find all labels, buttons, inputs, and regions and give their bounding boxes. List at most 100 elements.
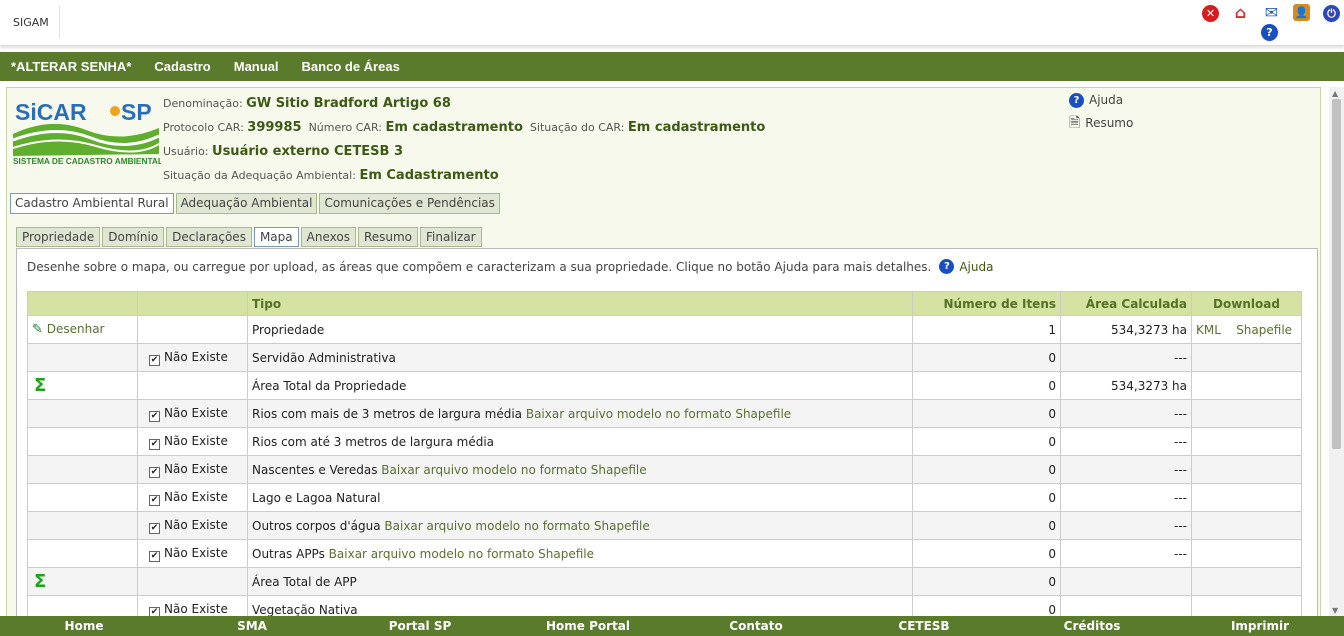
nao-existe-checkbox[interactable]: ✔ bbox=[149, 522, 160, 534]
page-scrollbar[interactable]: ▲ ▼ bbox=[1329, 87, 1344, 617]
nao-existe-checkbox[interactable]: ✔ bbox=[149, 410, 160, 422]
nav-cadastro[interactable]: Cadastro bbox=[154, 59, 210, 74]
sum-cell: Σ bbox=[27, 371, 138, 400]
action-cell bbox=[27, 399, 138, 428]
resumo-label: Resumo bbox=[1085, 116, 1134, 130]
count-cell: 0 bbox=[912, 371, 1061, 400]
exists-cell[interactable]: ✔ Não Existe bbox=[137, 343, 248, 372]
nao-existe-label: Não Existe bbox=[164, 489, 228, 504]
tab-dominio[interactable]: Domínio bbox=[102, 227, 165, 247]
ajuda-link[interactable]: ? Ajuda bbox=[1069, 89, 1133, 112]
footer-sma[interactable]: SMA bbox=[168, 616, 336, 636]
tab-finalizar[interactable]: Finalizar bbox=[420, 227, 482, 247]
instructions-text: Desenhe sobre o mapa, ou carregue por up… bbox=[27, 259, 932, 274]
exists-cell[interactable]: ✔ Não Existe bbox=[137, 539, 248, 568]
exists-cell[interactable]: ✔ Não Existe bbox=[137, 511, 248, 540]
model-download-link[interactable]: Baixar arquivo modelo no formato Shapefi… bbox=[526, 407, 791, 421]
logout-icon[interactable]: ⏻ bbox=[1323, 5, 1340, 22]
exists-cell[interactable]: ✔ Não Existe bbox=[137, 483, 248, 512]
sum-icon: Σ bbox=[34, 571, 47, 592]
nao-existe-checkbox[interactable]: ✔ bbox=[149, 550, 160, 562]
home-icon[interactable]: ⌂ bbox=[1232, 3, 1249, 22]
draw-cell: ✎ Desenhar bbox=[27, 315, 138, 344]
nao-existe-checkbox[interactable]: ✔ bbox=[149, 466, 160, 478]
nao-existe-checkbox[interactable]: ✔ bbox=[149, 438, 160, 450]
col-exists bbox=[137, 291, 248, 316]
instructions-help-link[interactable]: ? Ajuda bbox=[939, 259, 993, 274]
tipo-label: Outras APPs bbox=[252, 546, 325, 561]
model-download-link[interactable]: Baixar arquivo modelo no formato Shapefi… bbox=[381, 463, 646, 477]
nao-existe-label: Não Existe bbox=[164, 517, 228, 532]
shapefile-link[interactable]: Shapefile bbox=[1236, 323, 1292, 337]
area-cell: --- bbox=[1060, 427, 1192, 456]
count-cell: 1 bbox=[912, 315, 1061, 344]
kml-link[interactable]: KML bbox=[1196, 323, 1221, 337]
area-cell: 534,3273 ha bbox=[1060, 371, 1192, 400]
tipo-label: Nascentes e Veredas bbox=[252, 462, 378, 477]
tab-cadastro-ambiental-rural[interactable]: Cadastro Ambiental Rural bbox=[10, 193, 174, 214]
tipo-cell: Lago e Lagoa Natural bbox=[247, 483, 913, 512]
tab-mapa[interactable]: Mapa bbox=[253, 227, 299, 247]
download-cell bbox=[1191, 539, 1302, 568]
nao-existe-checkbox[interactable]: ✔ bbox=[149, 354, 160, 366]
footer-creditos[interactable]: Créditos bbox=[1008, 616, 1176, 636]
help-icon[interactable]: ? bbox=[1261, 24, 1278, 41]
nav-banco-areas[interactable]: Banco de Áreas bbox=[302, 59, 400, 74]
mail-icon[interactable]: ✉ bbox=[1263, 3, 1280, 22]
action-cell bbox=[27, 455, 138, 484]
svg-text:SISTEMA DE CADASTRO AMBIENTAL: SISTEMA DE CADASTRO AMBIENTAL RURAL bbox=[13, 156, 161, 166]
user-icon[interactable]: 👤 bbox=[1293, 4, 1310, 21]
property-info: Denominação: GW Sitio Bradford Artigo 68… bbox=[163, 92, 765, 188]
area-cell: 534,3273 ha bbox=[1060, 315, 1192, 344]
footer-cetesb[interactable]: CETESB bbox=[840, 616, 1008, 636]
scroll-up-arrow[interactable]: ▲ bbox=[1332, 89, 1338, 98]
table-row: ✔ Não Existe Outros corpos d'água Baixar … bbox=[27, 511, 1302, 540]
adequacao-value: Em Cadastramento bbox=[359, 168, 499, 183]
footer-imprimir[interactable]: Imprimir bbox=[1176, 616, 1344, 636]
action-cell bbox=[27, 343, 138, 372]
footer-portal-sp[interactable]: Portal SP bbox=[336, 616, 504, 636]
download-cell bbox=[1191, 455, 1302, 484]
protocolo-label: Protocolo CAR: bbox=[163, 121, 244, 134]
exists-cell[interactable]: ✔ Não Existe bbox=[137, 399, 248, 428]
model-download-link[interactable]: Baixar arquivo modelo no formato Shapefi… bbox=[329, 547, 594, 561]
footer-home[interactable]: Home bbox=[0, 616, 168, 636]
exists-cell[interactable]: ✔ Não Existe bbox=[137, 427, 248, 456]
tab-propriedade[interactable]: Propriedade bbox=[16, 227, 101, 247]
table-row: ✎ Desenhar Propriedade 1 534,3273 ha KML… bbox=[27, 315, 1302, 344]
nav-manual[interactable]: Manual bbox=[234, 59, 279, 74]
draw-icon: ✎ bbox=[32, 322, 43, 337]
draw-link[interactable]: Desenhar bbox=[47, 322, 105, 336]
download-cell bbox=[1191, 399, 1302, 428]
model-download-link[interactable]: Baixar arquivo modelo no formato Shapefi… bbox=[384, 519, 649, 533]
nao-existe-label: Não Existe bbox=[164, 349, 228, 364]
close-icon[interactable]: ✕ bbox=[1202, 5, 1219, 22]
tab-comunicacoes[interactable]: Comunicações e Pendências bbox=[319, 193, 500, 214]
tab-adequacao-ambiental[interactable]: Adequação Ambiental bbox=[175, 193, 318, 214]
table-row: ✔ Não Existe Outras APPs Baixar arquivo m… bbox=[27, 539, 1302, 568]
nav-alterar-senha[interactable]: *ALTERAR SENHA* bbox=[11, 59, 131, 74]
resumo-link[interactable]: 🗎 Resumo bbox=[1069, 112, 1133, 135]
footer-home-portal[interactable]: Home Portal bbox=[504, 616, 672, 636]
col-area-calculada: Área Calculada bbox=[1060, 291, 1192, 316]
scroll-down-arrow[interactable]: ▼ bbox=[1332, 606, 1338, 615]
nao-existe-label: Não Existe bbox=[164, 405, 228, 420]
download-cell: KML Shapefile bbox=[1191, 315, 1302, 344]
svg-text:SiCAR: SiCAR bbox=[15, 99, 87, 125]
tipo-cell: Rios com mais de 3 metros de largura méd… bbox=[247, 399, 913, 428]
instructions: Desenhe sobre o mapa, ou carregue por up… bbox=[27, 259, 993, 274]
tab-resumo[interactable]: Resumo bbox=[357, 227, 419, 247]
nao-existe-checkbox[interactable]: ✔ bbox=[149, 494, 160, 506]
exists-cell bbox=[137, 371, 248, 400]
action-cell bbox=[27, 511, 138, 540]
exists-cell[interactable]: ✔ Não Existe bbox=[137, 455, 248, 484]
tab-anexos[interactable]: Anexos bbox=[300, 227, 356, 247]
tab-declaracoes[interactable]: Declarações bbox=[166, 227, 252, 247]
footer-contato[interactable]: Contato bbox=[672, 616, 840, 636]
main-nav: *ALTERAR SENHA* Cadastro Manual Banco de… bbox=[0, 52, 1344, 81]
svg-text:SP: SP bbox=[121, 99, 152, 125]
main-tabs: Cadastro Ambiental Rural Adequação Ambie… bbox=[10, 193, 502, 214]
scroll-thumb[interactable] bbox=[1332, 99, 1341, 449]
count-cell: 0 bbox=[912, 455, 1061, 484]
tipo-label: Rios com mais de 3 metros de largura méd… bbox=[252, 406, 523, 421]
